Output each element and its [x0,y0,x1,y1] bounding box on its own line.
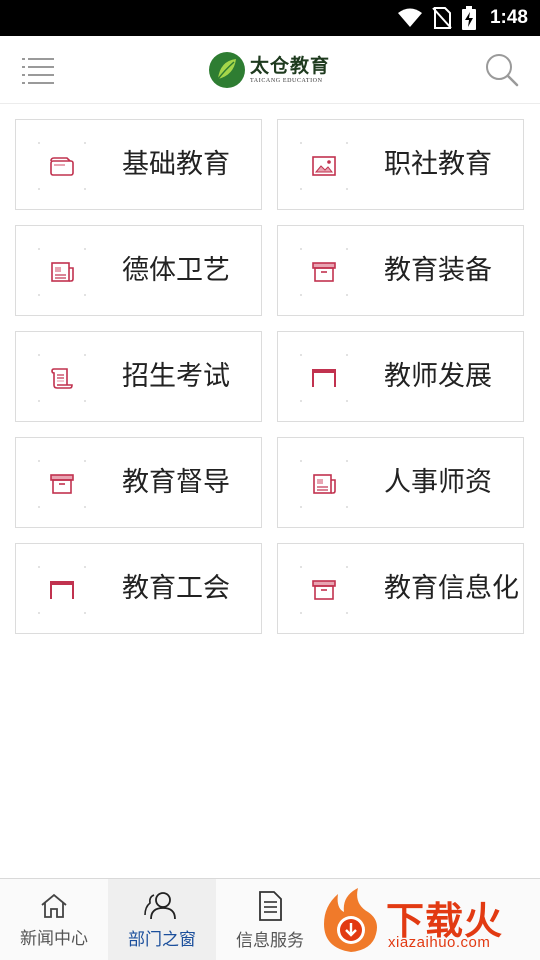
flame-logo-icon [324,888,377,952]
dept-icon-box [300,460,348,508]
menu-button[interactable] [20,54,56,86]
status-bar: 1:48 [0,0,540,36]
dept-icon-box [38,142,86,190]
leaf-logo-icon [209,52,245,88]
logo-title: 太仓教育 [250,54,331,77]
logo: 太仓教育 TAICANG EDUCATION [208,50,330,90]
no-sim-icon [432,7,452,29]
frame-icon [312,369,336,387]
wifi-icon [397,8,422,27]
tab-department-window[interactable]: 部门之窗 [108,879,216,960]
dept-card-informatization[interactable]: 教育信息化 [277,543,524,634]
dept-label: 招生考试 [122,361,230,392]
battery-charging-icon [461,6,476,30]
tab-information-service[interactable]: 信息服务 [216,879,324,960]
dept-card-basic-education[interactable]: 基础教育 [15,119,262,210]
tab-label: 信息服务 [236,930,304,951]
scroll-icon [51,368,73,389]
archive-icon [312,262,336,282]
watermark: 下载火 xiazaihuo.com [318,886,540,956]
dept-label: 教育工会 [122,573,230,604]
tab-label: 新闻中心 [20,928,88,949]
dept-card-teacher-development[interactable]: 教师发展 [277,331,524,422]
dept-icon-box [300,142,348,190]
menu-lines-icon [22,58,54,84]
newspaper-icon [313,474,336,494]
wallet-icon [50,157,74,176]
dept-icon-box [38,566,86,614]
dept-label: 教育装备 [384,255,492,286]
dept-label: 教育信息化 [384,573,519,604]
dept-icon-box [38,354,86,402]
users-icon [144,891,176,919]
dept-label: 职社教育 [384,149,492,180]
status-time: 1:48 [489,7,528,28]
dept-card-personnel[interactable]: 人事师资 [277,437,524,528]
logo-subtitle: TAICANG EDUCATION [250,77,323,84]
home-icon [41,893,67,918]
dept-label: 德体卫艺 [122,255,230,286]
dept-icon-box [38,248,86,296]
tab-label: 部门之窗 [128,929,196,950]
department-grid: 基础教育 职社教育 德体卫艺 教育装备 招生考试 教师发展 教育督导 人事师资 … [15,119,524,634]
dept-label: 教师发展 [384,361,492,392]
dept-icon-box [38,460,86,508]
search-button[interactable] [484,52,520,88]
logo-text: 太仓教育 TAICANG EDUCATION [250,54,331,84]
status-icons: 1:48 [397,0,528,36]
dept-label: 基础教育 [122,149,230,180]
archive-icon [312,580,336,600]
frame-icon [50,581,74,599]
dept-card-moral-sports[interactable]: 德体卫艺 [15,225,262,316]
dept-label: 教育督导 [122,467,230,498]
dept-card-equipment[interactable]: 教育装备 [277,225,524,316]
document-icon [259,890,282,921]
dept-icon-box [300,248,348,296]
dept-card-admissions[interactable]: 招生考试 [15,331,262,422]
newspaper-icon [51,262,74,282]
archive-icon [50,474,74,494]
dept-card-union[interactable]: 教育工会 [15,543,262,634]
dept-card-supervision[interactable]: 教育督导 [15,437,262,528]
image-icon [312,156,336,176]
app-header: 太仓教育 TAICANG EDUCATION [0,36,540,104]
dept-icon-box [300,566,348,614]
search-icon [486,54,519,87]
dept-label: 人事师资 [384,467,492,498]
watermark-url: xiazaihuo.com [388,934,491,951]
tab-news-center[interactable]: 新闻中心 [0,879,108,960]
dept-icon-box [300,354,348,402]
dept-card-vocational-education[interactable]: 职社教育 [277,119,524,210]
